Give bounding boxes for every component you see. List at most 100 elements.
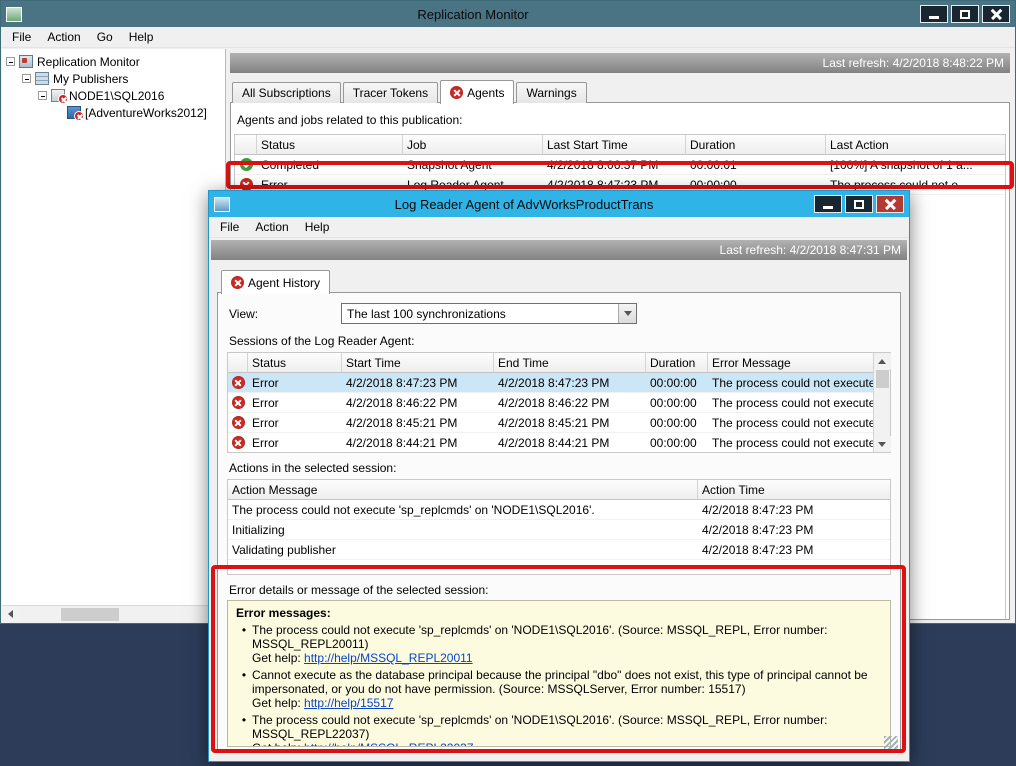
tab-label: All Subscriptions [242, 86, 331, 100]
tree-item-node1-sql2016[interactable]: NODE1\SQL2016 [38, 87, 225, 104]
column-header-start-time[interactable]: Start Time [342, 353, 494, 373]
column-header-last-action[interactable]: Last Action [826, 135, 1005, 155]
error-icon [450, 86, 463, 99]
error-message-text: Cannot execute as the database principal… [252, 668, 868, 696]
error-message-body: The process could not execute 'sp_replcm… [252, 713, 882, 747]
menu-help[interactable]: Help [297, 218, 338, 236]
close-button[interactable] [876, 195, 904, 213]
tree-item-replication-monitor[interactable]: Replication Monitor [6, 53, 225, 70]
window-title: Replication Monitor [26, 7, 920, 22]
tab-tracer-tokens[interactable]: Tracer Tokens [343, 82, 438, 103]
menu-action[interactable]: Action [247, 218, 296, 236]
menu-file[interactable]: File [212, 218, 247, 236]
help-link[interactable]: http://help/15517 [304, 696, 393, 710]
column-header-last-start-time[interactable]: Last Start Time [543, 135, 686, 155]
error-message-cell: The process could not execute '... [708, 413, 873, 432]
action-row[interactable]: The process could not execute 'sp_replcm… [228, 500, 890, 520]
maximize-button[interactable] [951, 5, 979, 23]
actions-table-header: Action Message Action Time [228, 480, 890, 500]
tab-label: Agents [467, 86, 504, 100]
start-time-cell: 4/2/2018 8:44:21 PM [342, 433, 494, 452]
get-help-label: Get help: [252, 651, 301, 665]
session-row[interactable]: Error 4/2/2018 8:46:22 PM 4/2/2018 8:46:… [228, 393, 873, 413]
help-link[interactable]: http://help/MSSQL_REPL22037 [304, 741, 473, 747]
column-header-icon[interactable] [235, 135, 257, 155]
dropdown-button[interactable] [618, 304, 636, 323]
duration-cell: 00:00:00 [646, 433, 708, 452]
main-menubar: File Action Go Help [1, 27, 1015, 48]
window-controls [920, 5, 1010, 23]
error-details-box: Error messages: The process could not ex… [227, 600, 891, 747]
column-header-error-message[interactable]: Error Message [708, 353, 873, 373]
column-header-end-time[interactable]: End Time [494, 353, 646, 373]
collapse-icon[interactable] [38, 91, 47, 100]
status-cell: Completed [257, 155, 403, 174]
error-badge-icon [58, 94, 68, 104]
error-icon [232, 436, 245, 449]
close-button[interactable] [982, 5, 1010, 23]
duration-cell: 00:00:00 [646, 413, 708, 432]
get-help-label: Get help: [252, 696, 301, 710]
menu-file[interactable]: File [4, 28, 39, 46]
menu-action[interactable]: Action [39, 28, 88, 46]
error-message-item: The process could not execute 'sp_replcm… [236, 623, 882, 665]
tree-horizontal-scrollbar[interactable] [2, 605, 225, 622]
tab-all-subscriptions[interactable]: All Subscriptions [232, 82, 341, 103]
publication-error-icon [67, 106, 81, 119]
scrollbar-thumb[interactable] [61, 608, 119, 621]
action-row[interactable]: Validating publisher 4/2/2018 8:47:23 PM [228, 540, 890, 560]
error-icon [232, 396, 245, 409]
resize-grip[interactable] [884, 736, 898, 750]
error-icon [232, 376, 245, 389]
sessions-table: Status Start Time End Time Duration Erro… [228, 353, 873, 452]
column-header-duration[interactable]: Duration [686, 135, 826, 155]
tree-item-adventureworks2012[interactable]: [AdventureWorks2012] [67, 104, 225, 121]
minimize-button[interactable] [814, 195, 842, 213]
main-titlebar[interactable]: Replication Monitor [1, 1, 1015, 27]
action-row[interactable]: Initializing 4/2/2018 8:47:23 PM [228, 520, 890, 540]
menu-go[interactable]: Go [89, 28, 121, 46]
view-dropdown[interactable]: The last 100 synchronizations [341, 303, 637, 324]
column-header-status[interactable]: Status [248, 353, 342, 373]
column-header-job[interactable]: Job [403, 135, 543, 155]
scroll-down-button[interactable] [874, 436, 891, 452]
bullet-icon [236, 668, 252, 710]
duration-cell: 00:00:00 [646, 373, 708, 392]
scroll-left-button[interactable] [2, 606, 19, 622]
session-row[interactable]: Error 4/2/2018 8:45:21 PM 4/2/2018 8:45:… [228, 413, 873, 433]
scrollbar-thumb[interactable] [876, 370, 889, 388]
column-header-icon[interactable] [228, 353, 248, 373]
minimize-button[interactable] [920, 5, 948, 23]
status-cell: Error [248, 413, 342, 432]
tree-item-my-publishers[interactable]: My Publishers [22, 70, 225, 87]
tab-agent-history[interactable]: Agent History [221, 270, 330, 294]
tab-warnings[interactable]: Warnings [516, 82, 586, 103]
tab-agents[interactable]: Agents [440, 80, 514, 104]
status-icon-cell [228, 433, 248, 452]
maximize-button[interactable] [845, 195, 873, 213]
start-time-cell: 4/2/2018 8:47:23 PM [342, 373, 494, 392]
close-icon [991, 9, 1002, 20]
action-time-cell: 4/2/2018 8:47:23 PM [698, 540, 890, 559]
collapse-icon[interactable] [6, 57, 15, 66]
session-row[interactable]: Error 4/2/2018 8:44:21 PM 4/2/2018 8:44:… [228, 433, 873, 452]
menu-help[interactable]: Help [121, 28, 162, 46]
publication-tabstrip: All Subscriptions Tracer Tokens Agents W… [230, 80, 1010, 103]
end-time-cell: 4/2/2018 8:47:23 PM [494, 373, 646, 392]
replication-monitor-app-icon [6, 7, 22, 22]
column-header-status[interactable]: Status [257, 135, 403, 155]
tree-item-label: My Publishers [53, 72, 128, 86]
sessions-vertical-scrollbar[interactable] [873, 353, 890, 452]
dialog-titlebar[interactable]: Log Reader Agent of AdvWorksProductTrans [209, 191, 909, 217]
agent-row-snapshot[interactable]: Completed Snapshot Agent 4/2/2018 8:06:3… [235, 155, 1005, 175]
column-header-action-time[interactable]: Action Time [698, 480, 890, 500]
session-row[interactable]: Error 4/2/2018 8:47:23 PM 4/2/2018 8:47:… [228, 373, 873, 393]
tree-pane: Replication Monitor My Publishers NODE1\… [2, 49, 226, 622]
agent-history-tab-page: View: The last 100 synchronizations Sess… [217, 292, 901, 753]
column-header-action-message[interactable]: Action Message [228, 480, 698, 500]
column-header-duration[interactable]: Duration [646, 353, 708, 373]
bullet-icon [236, 623, 252, 665]
collapse-icon[interactable] [22, 74, 31, 83]
help-link[interactable]: http://help/MSSQL_REPL20011 [304, 651, 473, 665]
scroll-up-button[interactable] [874, 353, 891, 369]
